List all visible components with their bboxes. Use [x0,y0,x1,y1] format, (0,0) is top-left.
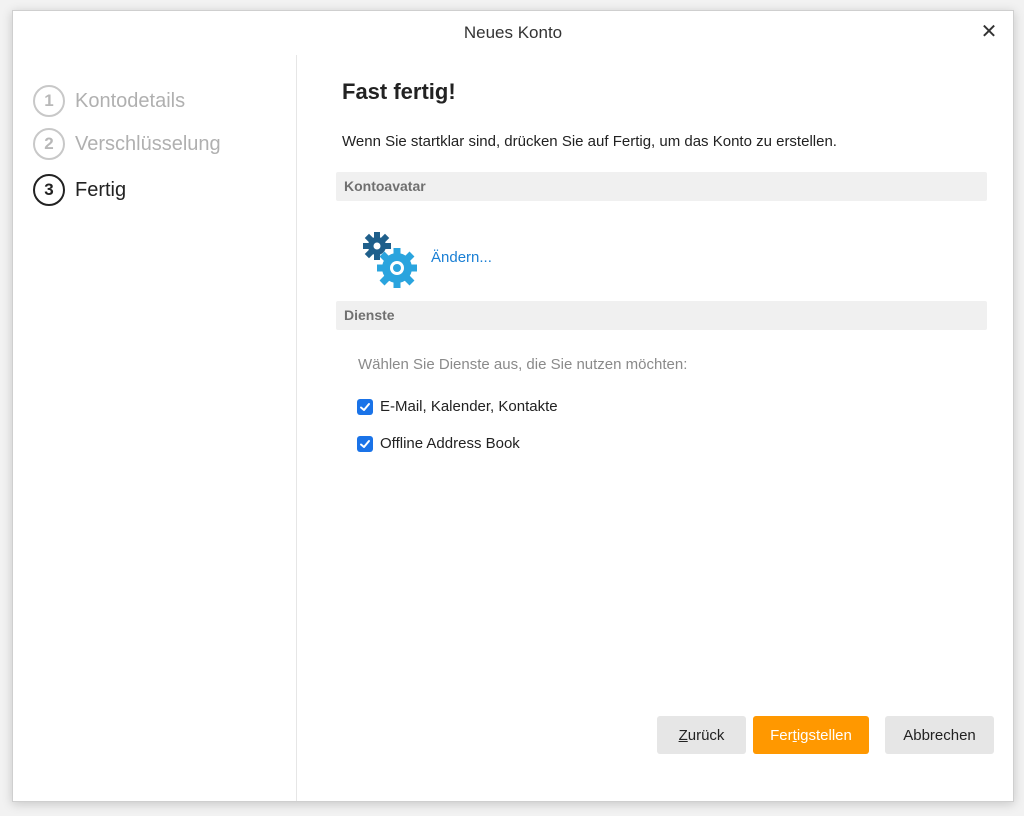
service-option-mail[interactable]: E-Mail, Kalender, Kontakte [357,398,558,415]
section-header-avatar: Kontoavatar [336,172,987,201]
finish-button-label-start: Fer [770,726,793,744]
step-number: 2 [33,128,65,160]
service-option-oab[interactable]: Offline Address Book [357,435,520,452]
wizard-steps: 1 Kontodetails 2 Verschlüsselung 3 Ferti… [13,55,297,801]
gears-icon [363,232,417,288]
section-header-services: Dienste [336,301,987,330]
step-label: Verschlüsselung [75,132,221,155]
wizard-content: Fast fertig! Wenn Sie startklar sind, dr… [331,55,987,801]
step-verschluesselung: 2 Verschlüsselung [33,126,221,162]
back-button[interactable]: Zurück [657,716,746,754]
step-number: 1 [33,85,65,117]
checkbox-offline-address-book[interactable] [357,435,373,452]
step-label: Kontodetails [75,89,186,112]
change-avatar-link[interactable]: Ändern... [431,249,492,266]
section-title: Kontoavatar [344,178,426,194]
checkbox-mail-calendar-contacts[interactable] [357,398,373,415]
cancel-button[interactable]: Abbrechen [885,716,994,754]
checkmark-icon [360,439,370,448]
services-hint: Wählen Sie Dienste aus, die Sie nutzen m… [358,356,688,373]
step-kontodetails: 1 Kontodetails [33,83,185,119]
checkbox-label: Offline Address Book [380,435,520,452]
checkbox-label: E-Mail, Kalender, Kontakte [380,398,558,415]
intro-text: Wenn Sie startklar sind, drücken Sie auf… [342,133,837,150]
dialog-title: Neues Konto [463,23,563,42]
finish-button[interactable]: Fer t igstellen [753,716,869,754]
finish-button-label-end: igstellen [796,726,852,744]
step-label: Fertig [75,178,127,201]
dialog-titlebar: Neues Konto ✕ [13,11,1013,55]
close-icon[interactable]: ✕ [977,19,1001,43]
section-title: Dienste [344,307,395,323]
step-number: 3 [33,174,65,206]
page-title: Fast fertig! [342,79,456,104]
step-fertig: 3 Fertig [33,172,126,208]
new-account-dialog: Neues Konto ✕ 1 Kontodetails 2 Verschlüs… [12,10,1014,802]
back-button-mnemonic: Z [678,726,688,744]
checkmark-icon [360,402,370,411]
back-button-label: urück [687,726,725,744]
